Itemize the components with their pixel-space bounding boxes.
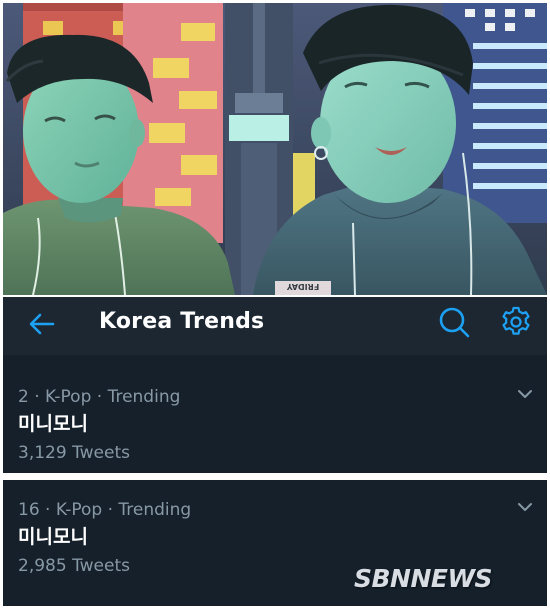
trend-name: 미니모니 [18, 526, 88, 548]
trend-tweet-count: 3,129 Tweets [18, 443, 130, 463]
trend-item[interactable]: 2 · K-Pop · Trending 미니모니 3,129 Tweets [3, 367, 547, 473]
selfie-photo: FRIDAY [3, 3, 547, 295]
watermark: SBNNEWS [354, 564, 493, 593]
divider [3, 355, 547, 367]
trend-meta: 16 · K-Pop · Trending [18, 500, 192, 520]
chevron-down-icon[interactable] [517, 389, 533, 399]
page-title: Korea Trends [99, 309, 265, 334]
trend-meta: 2 · K-Pop · Trending [18, 387, 181, 407]
search-icon[interactable] [437, 305, 471, 339]
top-bar: Korea Trends [3, 297, 547, 355]
trend-name: 미니모니 [18, 413, 88, 435]
chevron-down-icon[interactable] [517, 502, 533, 512]
settings-gear-icon[interactable] [499, 305, 533, 339]
back-arrow-icon[interactable] [27, 309, 57, 339]
trend-tweet-count: 2,985 Tweets [18, 556, 130, 576]
trends-screen: Korea Trends 2 · K-Pop · Trending 미니모니 3… [3, 297, 547, 606]
